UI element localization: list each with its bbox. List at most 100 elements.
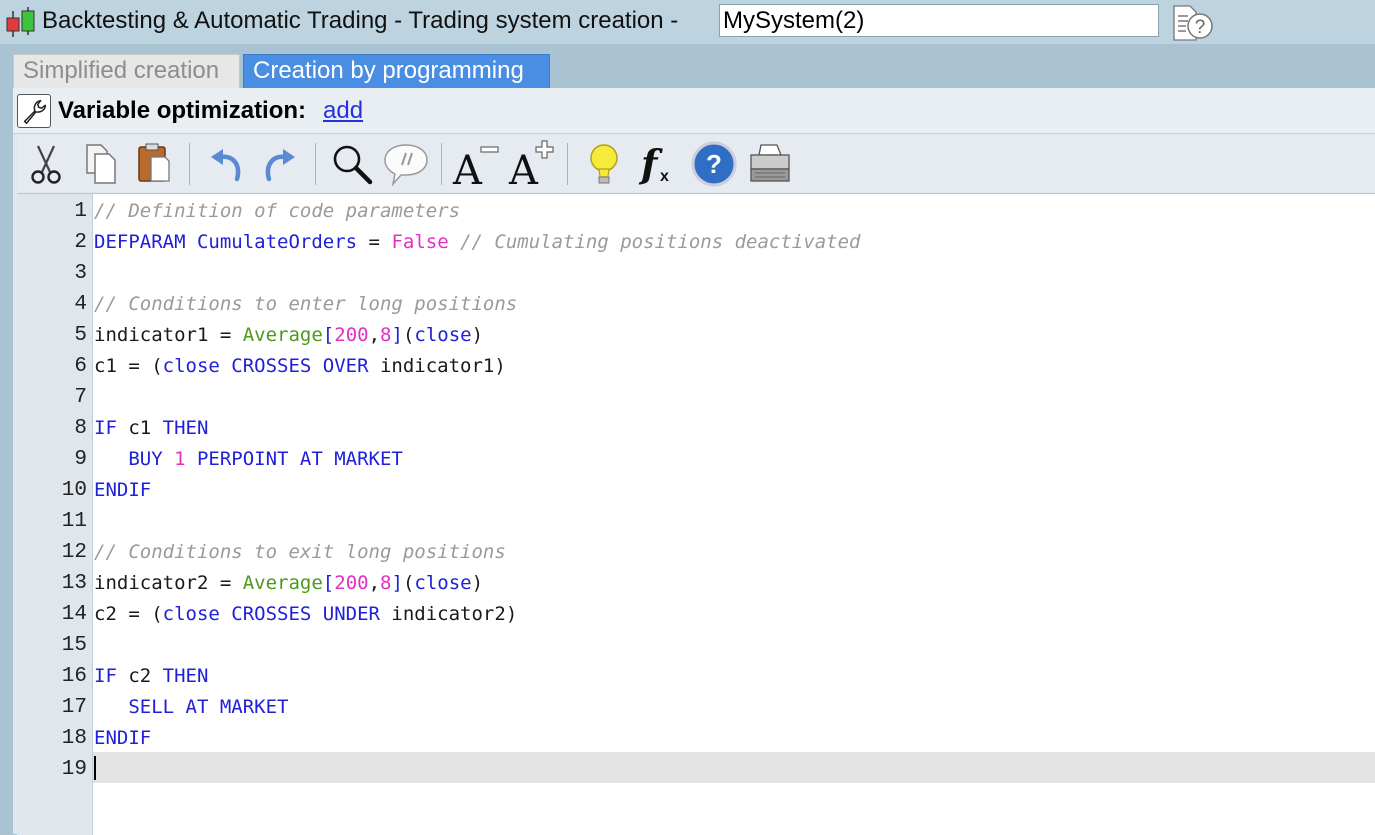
variable-optimization-bar: Variable optimization: add xyxy=(13,88,1375,134)
code-line: // Definition of code parameters xyxy=(94,196,460,227)
font-decrease-button[interactable]: A xyxy=(451,139,501,189)
code-token: BUY xyxy=(94,448,175,470)
candlestick-logo-icon xyxy=(6,7,35,37)
line-number: 14 xyxy=(61,603,87,626)
print-button[interactable] xyxy=(745,139,795,189)
window-title: Backtesting & Automatic Trading - Tradin… xyxy=(42,7,679,34)
code-token: // Definition of code parameters xyxy=(94,200,461,222)
tab-simplified-creation[interactable]: Simplified creation xyxy=(13,54,240,88)
toolbar-separator xyxy=(315,143,316,185)
code-token: close CROSSES UNDER xyxy=(162,603,380,625)
code-line: // Conditions to enter long positions xyxy=(94,289,517,320)
code-line: c1 = (close CROSSES OVER indicator1) xyxy=(94,351,506,382)
code-token: close xyxy=(414,324,472,346)
line-number: 7 xyxy=(74,386,87,409)
code-token: ENDIF xyxy=(94,479,152,501)
line-number: 6 xyxy=(74,355,87,378)
code-token: ( xyxy=(402,572,415,594)
code-token: False xyxy=(391,231,449,253)
code-token: indicator1) xyxy=(368,355,506,377)
help-icon: ? xyxy=(691,141,737,187)
line-number: 13 xyxy=(61,572,87,595)
code-token: c2 = ( xyxy=(94,603,163,625)
comment-button[interactable] xyxy=(381,139,431,189)
font-increase-button[interactable]: A xyxy=(507,139,557,189)
code-token: c1 xyxy=(116,417,163,439)
font-increase-glyph: A xyxy=(508,148,539,189)
code-token: [ xyxy=(322,572,335,594)
undo-icon xyxy=(211,149,241,182)
code-token: c1 = ( xyxy=(94,355,163,377)
code-token: ) xyxy=(471,572,484,594)
cut-button[interactable] xyxy=(21,139,71,189)
code-token: , xyxy=(368,324,381,346)
line-number: 2 xyxy=(74,231,87,254)
code-token: ) xyxy=(471,324,484,346)
line-number: 12 xyxy=(61,541,87,564)
tab-creation-by-programming[interactable]: Creation by programming xyxy=(243,54,550,88)
paste-icon xyxy=(138,143,170,182)
fx-subscript: x xyxy=(660,168,669,185)
code-token: = xyxy=(357,231,392,253)
code-token: 1 xyxy=(174,448,186,470)
code-line: SELL AT MARKET xyxy=(94,692,288,723)
line-number: 11 xyxy=(61,510,87,533)
line-number: 19 xyxy=(61,758,87,781)
code-token: 8 xyxy=(380,324,392,346)
line-number: 17 xyxy=(61,696,87,719)
line-number: 1 xyxy=(74,200,87,223)
text-cursor xyxy=(94,756,96,780)
wrench-button[interactable] xyxy=(17,94,51,128)
font-decrease-glyph: A xyxy=(452,148,483,189)
editor-toolbar: A A f x ? xyxy=(17,135,1375,192)
line-number: 10 xyxy=(61,479,87,502)
code-token: IF xyxy=(94,665,117,687)
system-name-input[interactable] xyxy=(719,4,1159,37)
code-line: ENDIF xyxy=(94,723,151,754)
code-line: BUY 1 PERPOINT AT MARKET xyxy=(94,444,403,475)
title-bar: Backtesting & Automatic Trading - Tradin… xyxy=(0,0,1375,44)
code-editor[interactable]: 1 2 3 4 5 6 7 8 9 10 11 12 13 14 15 16 17 18 19 // Definit… xyxy=(17,193,1375,835)
line-number: 8 xyxy=(74,417,87,440)
code-token: , xyxy=(368,572,381,594)
code-token: 200 xyxy=(334,324,369,346)
help-glyph: ? xyxy=(706,149,722,179)
line-number: 3 xyxy=(74,262,87,285)
font-decrease-icon: A xyxy=(452,146,499,189)
copy-button[interactable] xyxy=(75,139,125,189)
code-token: 8 xyxy=(380,572,392,594)
function-button[interactable]: f x xyxy=(633,139,683,189)
help-button[interactable]: ? xyxy=(689,139,739,189)
code-line: ENDIF xyxy=(94,475,151,506)
code-token: indicator2 = xyxy=(94,572,243,594)
code-token: 200 xyxy=(334,572,369,594)
line-number: 18 xyxy=(61,727,87,750)
line-number: 16 xyxy=(61,665,87,688)
help-glyph: ? xyxy=(1195,17,1206,38)
code-token: ENDIF xyxy=(94,727,152,749)
add-variable-link[interactable]: add xyxy=(323,97,363,125)
undo-button[interactable] xyxy=(201,139,251,189)
font-increase-icon: A xyxy=(508,140,554,189)
code-token: [ xyxy=(322,324,335,346)
help-document-icon[interactable]: ? xyxy=(1170,2,1216,42)
code-token: Average xyxy=(242,324,323,346)
redo-button[interactable] xyxy=(255,139,305,189)
search-button[interactable] xyxy=(327,139,377,189)
paste-button[interactable] xyxy=(129,139,179,189)
copy-icon xyxy=(86,144,116,184)
line-number: 15 xyxy=(61,634,87,657)
code-line: indicator1 = Average[200,8](close) xyxy=(94,320,483,351)
code-token: THEN xyxy=(162,665,209,687)
function-icon: f x xyxy=(638,141,669,186)
line-number: 5 xyxy=(74,324,87,347)
suggestion-button[interactable] xyxy=(579,139,629,189)
code-token: THEN xyxy=(162,417,209,439)
code-token: ( xyxy=(402,324,415,346)
code-token: Average xyxy=(242,572,323,594)
code-token: ] xyxy=(391,324,403,346)
wrench-icon xyxy=(23,99,47,124)
code-token: IF xyxy=(94,417,117,439)
code-token: indicator1 = xyxy=(94,324,243,346)
comment-icon xyxy=(384,144,428,187)
